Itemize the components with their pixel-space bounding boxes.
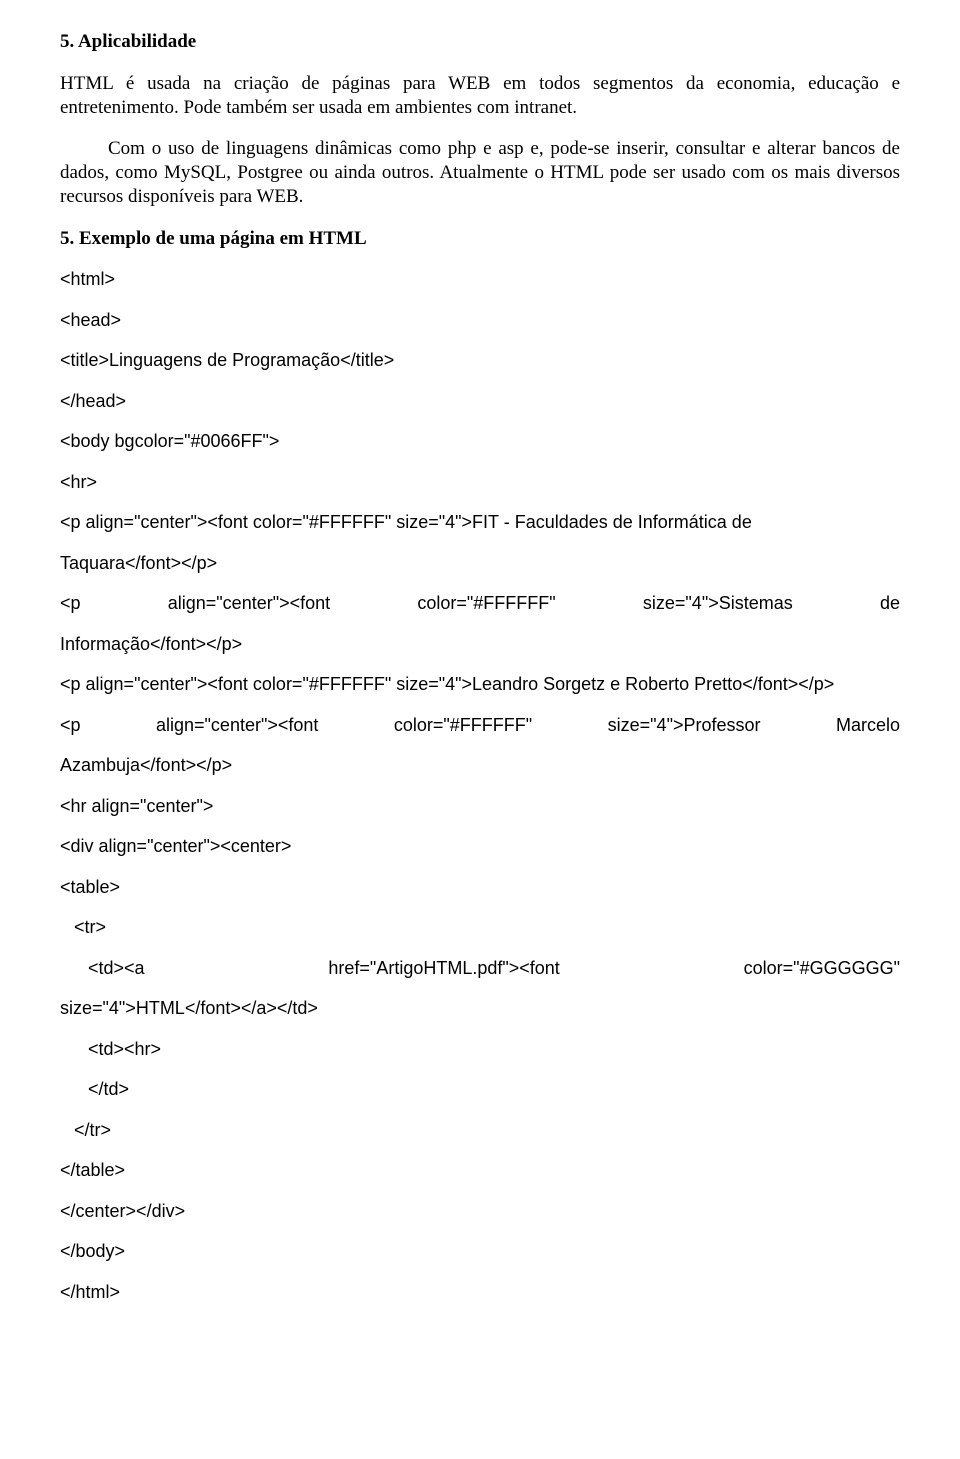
code-line: <hr> [60, 471, 900, 494]
code-line: </html> [60, 1281, 900, 1304]
section-heading-aplicabilidade: 5. Aplicabilidade [60, 30, 900, 54]
code-line: <p align="center"><font color="#FFFFFF" … [60, 592, 900, 615]
code-line: <title>Linguagens de Programação</title> [60, 349, 900, 372]
code-line: <tr> [60, 916, 900, 939]
code-line: </body> [60, 1240, 900, 1263]
paragraph-2: Com o uso de linguagens dinâmicas como p… [60, 137, 900, 208]
code-line: </table> [60, 1159, 900, 1182]
section-heading-exemplo: 5. Exemplo de uma página em HTML [60, 227, 900, 251]
code-segment: <p [60, 592, 81, 615]
code-segment: align="center"><font [168, 592, 330, 615]
code-line: </tr> [60, 1119, 900, 1142]
code-line: <div align="center"><center> [60, 835, 900, 858]
code-segment: href="ArtigoHTML.pdf"><font [328, 957, 559, 980]
code-segment: color="#GGGGGG" [744, 957, 900, 980]
code-line: size="4">HTML</font></a></td> [60, 997, 900, 1020]
code-line: <html> [60, 268, 900, 291]
code-line: Informação</font></p> [60, 633, 900, 656]
code-line: </head> [60, 390, 900, 413]
code-line: <p align="center"><font color="#FFFFFF" … [60, 673, 900, 696]
code-line: <td><hr> [60, 1038, 900, 1061]
code-segment: de [880, 592, 900, 615]
code-segment: size="4">Sistemas [643, 592, 793, 615]
code-line: <hr align="center"> [60, 795, 900, 818]
code-segment: size="4">Professor [608, 714, 761, 737]
code-line: <head> [60, 309, 900, 332]
code-line: <td><a href="ArtigoHTML.pdf"><font color… [60, 957, 900, 980]
code-segment: color="#FFFFFF" [417, 592, 555, 615]
code-line: </td> [60, 1078, 900, 1101]
code-segment: <td><a [88, 957, 145, 980]
code-segment: align="center"><font [156, 714, 318, 737]
code-line: Taquara</font></p> [60, 552, 900, 575]
code-line: Azambuja</font></p> [60, 754, 900, 777]
code-segment: Marcelo [836, 714, 900, 737]
code-line: <p align="center"><font color="#FFFFFF" … [60, 511, 900, 534]
code-segment: <p [60, 714, 81, 737]
code-line: </center></div> [60, 1200, 900, 1223]
code-line: <table> [60, 876, 900, 899]
code-line: <body bgcolor="#0066FF"> [60, 430, 900, 453]
code-line: <p align="center"><font color="#FFFFFF" … [60, 714, 900, 737]
paragraph-1: HTML é usada na criação de páginas para … [60, 72, 900, 120]
code-segment: color="#FFFFFF" [394, 714, 532, 737]
